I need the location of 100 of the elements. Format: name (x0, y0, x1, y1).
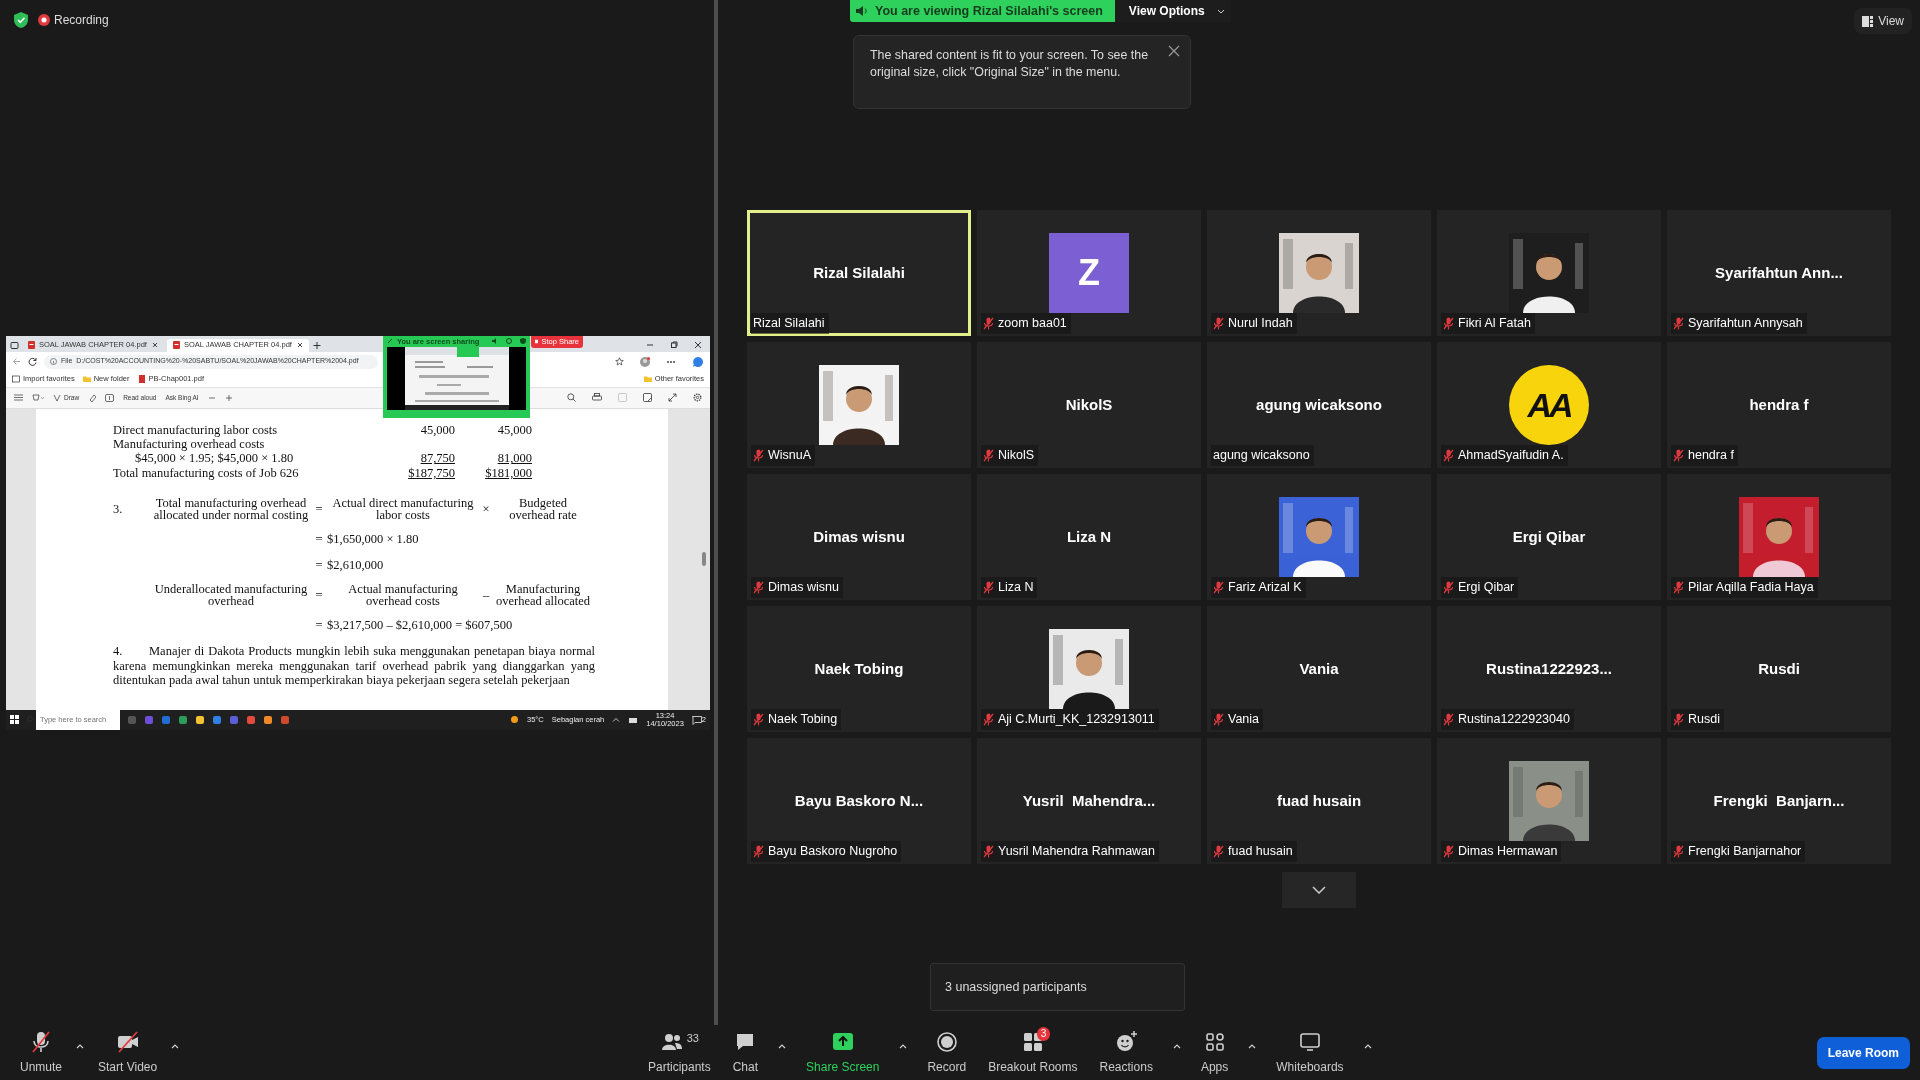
participant-name: Yusril Mahendra... (1022, 790, 1156, 811)
app-icon[interactable] (178, 714, 188, 725)
participant-label: Nurul Indah (1228, 315, 1293, 333)
paragraph-text: 4. Manajer di Dakota Products mungkin lebih suka menggunakan penetapan biaya normal karena memungkinkan mereka menggunakan tarif overhead pabrik yang dianggarkan yang ditentukan pada awal tahun untuk memperkirakan biaya pekerjaan segera setelah pekerjaan (113, 644, 595, 688)
participant-label: Dimas Hermawan (1458, 843, 1558, 861)
toolbar-button[interactable]: Start Video (92, 1029, 164, 1076)
expand-icon[interactable] (668, 393, 677, 402)
participant-label: agung wicaksono (1213, 447, 1310, 465)
notification-icon[interactable] (691, 716, 702, 726)
restore-icon[interactable] (670, 341, 678, 349)
formula-text: Total manufacturing overhead (155, 497, 307, 510)
app-icon[interactable] (212, 714, 222, 725)
toolbar-button[interactable]: 33 Participants (642, 1029, 717, 1076)
star-icon[interactable] (615, 357, 624, 366)
formula-text: Manufacturing (505, 582, 581, 595)
formula-text: Underallocated manufacturing (154, 582, 308, 595)
zoom-in-icon[interactable] (224, 393, 233, 402)
close-icon[interactable] (694, 341, 702, 349)
participant-name: Rizal Silalahi (813, 262, 905, 283)
weather-icon (509, 715, 519, 724)
caret-icon[interactable] (1248, 1043, 1257, 1049)
document-value: 81,000 (496, 451, 532, 466)
participant-name: Syarifahtun Ann... (1715, 262, 1843, 283)
printer-icon[interactable] (592, 393, 602, 402)
formula-text: $1,650,000 × 1.80 (327, 532, 420, 547)
participant-label: Frengki Banjarnahor (1688, 843, 1802, 861)
toolbar-button[interactable]: Whiteboards (1270, 1029, 1350, 1076)
formula-text: overhead rate (509, 509, 577, 522)
participant-name: Rusdi (1758, 658, 1800, 679)
formula-text: Actual manufacturing (348, 582, 458, 595)
app-icon[interactable] (195, 714, 205, 725)
participant-name: Ergi Qibar (1512, 526, 1586, 547)
participant-name: agung wicaksono (1256, 394, 1382, 415)
more-icon[interactable] (666, 359, 676, 364)
operator: = (315, 617, 323, 632)
shield-icon[interactable] (520, 338, 526, 345)
save-as-icon[interactable] (643, 393, 652, 402)
caret-up-icon[interactable] (612, 715, 621, 724)
participant-label: Liza N (998, 579, 1034, 597)
participant-label: Fikri Al Fatah (1458, 315, 1531, 333)
windows-logo-icon[interactable] (10, 715, 19, 724)
caret-icon[interactable] (1363, 1043, 1372, 1049)
toolbar-button[interactable]: Share Screen (800, 1029, 886, 1076)
layout-icon (1862, 15, 1874, 27)
participant-label: zoom baa01 (998, 315, 1067, 333)
participant-label: Rizal Silalahi (753, 315, 825, 333)
speaker-icon[interactable] (492, 338, 498, 345)
caret-icon[interactable] (899, 1043, 908, 1049)
minimize-icon[interactable] (646, 341, 654, 349)
caret-icon[interactable] (1172, 1043, 1181, 1049)
caret-icon[interactable] (76, 1043, 85, 1049)
chevron-down-icon (1312, 886, 1326, 894)
participant-name: Bayu Baskoro N... (794, 790, 924, 811)
toolbar-button[interactable]: Apps (1194, 1029, 1235, 1076)
close-icon[interactable] (297, 342, 303, 348)
scrollbar-thumb[interactable] (702, 552, 706, 566)
stop-circle-icon[interactable] (506, 338, 512, 345)
operator: – (482, 587, 490, 602)
toolbar-button[interactable]: Reactions (1093, 1029, 1159, 1076)
caret-icon[interactable] (778, 1043, 787, 1049)
muted-camera-icon (115, 1029, 140, 1054)
app-icon[interactable] (246, 714, 256, 725)
notice-text: The shared content is fit to your screen. To see the original size, click "Original Size" in the menu. (870, 48, 1149, 79)
participant-label: Rusdi (1688, 711, 1720, 729)
document-text: $45,000 × 1.95; $45,000 × 1.80 (134, 451, 295, 466)
operator: = (315, 532, 323, 547)
formula-text: $2,610,000 (327, 557, 385, 572)
toolbar-button[interactable]: Record (921, 1029, 973, 1076)
participant-label: WisnuA (768, 447, 812, 465)
count-badge: 3 (1036, 1026, 1051, 1041)
participant-name: Naek Tobing (814, 658, 904, 679)
caret-icon[interactable] (171, 1043, 180, 1049)
refresh-icon[interactable] (28, 357, 37, 366)
formula-text: overhead allocated (495, 594, 590, 607)
eraser-icon[interactable] (88, 393, 97, 402)
app-icon[interactable] (263, 714, 273, 725)
close-icon[interactable] (1168, 45, 1180, 57)
settings-icon[interactable] (693, 393, 702, 402)
list-icon[interactable] (14, 394, 23, 401)
toolbar-button[interactable]: Unmute (14, 1029, 69, 1076)
formula-text: $3,217,500 – $2,610,000 = $607,500 (327, 617, 514, 633)
operator: = (315, 501, 323, 516)
highlighter-icon[interactable] (32, 393, 44, 402)
operator: = (315, 557, 323, 572)
operator: = (315, 587, 323, 602)
recording-label: Recording (54, 12, 109, 29)
record-icon (934, 1029, 959, 1054)
leave-room-button[interactable]: Leave Room (1816, 1036, 1910, 1069)
view-button[interactable]: View (1854, 8, 1912, 34)
toolbar-button[interactable]: 3 Breakout Rooms (982, 1029, 1084, 1076)
participant-label: Bayu Baskoro Nugroho (768, 843, 898, 861)
close-icon[interactable] (152, 342, 158, 348)
participant-label: AhmadSyaifudin A. (1458, 447, 1564, 465)
text-box-icon[interactable] (105, 393, 115, 402)
profile-icon[interactable] (640, 356, 650, 367)
document-value: $181,000 (484, 465, 532, 481)
toolbar-button[interactable]: Chat (726, 1029, 765, 1076)
participant-name: NikolS (1065, 394, 1113, 415)
participant-label: Vania (1228, 711, 1260, 729)
chat-bubble-icon[interactable] (692, 355, 704, 368)
